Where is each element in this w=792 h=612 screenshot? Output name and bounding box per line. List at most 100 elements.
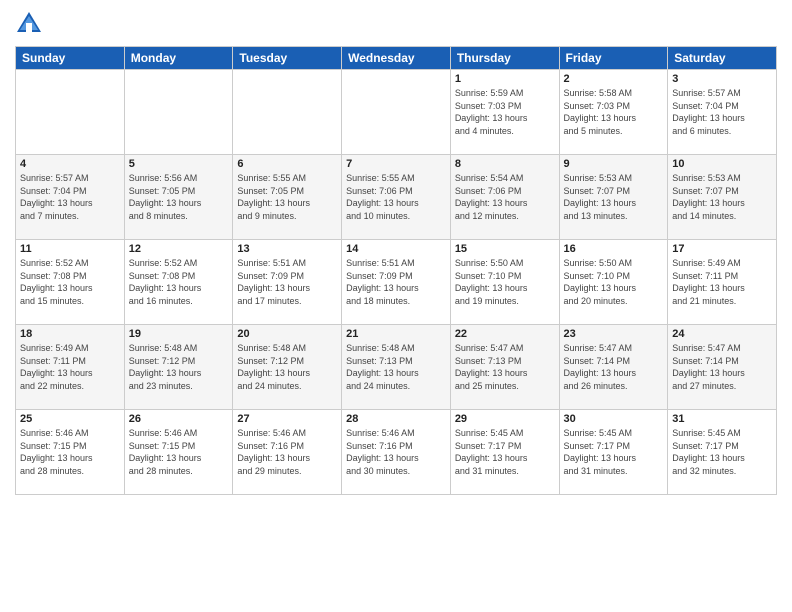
day-number: 27 bbox=[237, 413, 337, 425]
calendar-cell: 20 Sunrise: 5:48 AM Sunset: 7:12 PM Dayli… bbox=[233, 325, 342, 410]
calendar-cell: 16 Sunrise: 5:50 AM Sunset: 7:10 PM Dayli… bbox=[559, 240, 668, 325]
calendar-cell: 6 Sunrise: 5:55 AM Sunset: 7:05 PM Daylig… bbox=[233, 155, 342, 240]
calendar-cell: 2 Sunrise: 5:58 AM Sunset: 7:03 PM Daylig… bbox=[559, 70, 668, 155]
day-info: Sunrise: 5:49 AM Sunset: 7:11 PM Dayligh… bbox=[20, 342, 120, 392]
day-info: Sunrise: 5:49 AM Sunset: 7:11 PM Dayligh… bbox=[672, 257, 772, 307]
day-number: 15 bbox=[455, 243, 555, 255]
calendar-cell: 5 Sunrise: 5:56 AM Sunset: 7:05 PM Daylig… bbox=[124, 155, 233, 240]
day-number: 9 bbox=[564, 158, 664, 170]
day-info: Sunrise: 5:57 AM Sunset: 7:04 PM Dayligh… bbox=[672, 87, 772, 137]
calendar-cell: 12 Sunrise: 5:52 AM Sunset: 7:08 PM Dayli… bbox=[124, 240, 233, 325]
calendar-cell: 19 Sunrise: 5:48 AM Sunset: 7:12 PM Dayli… bbox=[124, 325, 233, 410]
day-info: Sunrise: 5:46 AM Sunset: 7:15 PM Dayligh… bbox=[20, 427, 120, 477]
header bbox=[15, 10, 777, 38]
calendar-cell: 15 Sunrise: 5:50 AM Sunset: 7:10 PM Dayli… bbox=[450, 240, 559, 325]
day-number: 13 bbox=[237, 243, 337, 255]
day-info: Sunrise: 5:50 AM Sunset: 7:10 PM Dayligh… bbox=[564, 257, 664, 307]
calendar-cell: 13 Sunrise: 5:51 AM Sunset: 7:09 PM Dayli… bbox=[233, 240, 342, 325]
week-row-4: 18Sunrise: 5:49 AM Sunset: 7:11 PM Dayli… bbox=[16, 325, 777, 410]
calendar-cell: 8Sunrise: 5:54 AM Sunset: 7:06 PM Daylig… bbox=[450, 155, 559, 240]
calendar-cell: 7 Sunrise: 5:55 AM Sunset: 7:06 PM Daylig… bbox=[342, 155, 451, 240]
day-info: Sunrise: 5:48 AM Sunset: 7:13 PM Dayligh… bbox=[346, 342, 446, 392]
logo bbox=[15, 10, 47, 38]
calendar-cell: 26 Sunrise: 5:46 AM Sunset: 7:15 PM Dayli… bbox=[124, 410, 233, 495]
day-info: Sunrise: 5:47 AM Sunset: 7:13 PM Dayligh… bbox=[455, 342, 555, 392]
day-info: Sunrise: 5:46 AM Sunset: 7:16 PM Dayligh… bbox=[237, 427, 337, 477]
calendar-cell: 24 Sunrise: 5:47 AM Sunset: 7:14 PM Dayli… bbox=[668, 325, 777, 410]
weekday-header-monday: Monday bbox=[124, 47, 233, 70]
day-info: Sunrise: 5:52 AM Sunset: 7:08 PM Dayligh… bbox=[20, 257, 120, 307]
day-info: Sunrise: 5:51 AM Sunset: 7:09 PM Dayligh… bbox=[346, 257, 446, 307]
day-number: 21 bbox=[346, 328, 446, 340]
day-number: 20 bbox=[237, 328, 337, 340]
day-number: 8 bbox=[455, 158, 555, 170]
day-info: Sunrise: 5:55 AM Sunset: 7:06 PM Dayligh… bbox=[346, 172, 446, 222]
week-row-1: 1 Sunrise: 5:59 AM Sunset: 7:03 PM Daylig… bbox=[16, 70, 777, 155]
week-row-2: 4 Sunrise: 5:57 AM Sunset: 7:04 PM Daylig… bbox=[16, 155, 777, 240]
day-number: 4 bbox=[20, 158, 120, 170]
day-info: Sunrise: 5:46 AM Sunset: 7:15 PM Dayligh… bbox=[129, 427, 229, 477]
calendar-cell: 11 Sunrise: 5:52 AM Sunset: 7:08 PM Dayli… bbox=[16, 240, 125, 325]
week-row-3: 11 Sunrise: 5:52 AM Sunset: 7:08 PM Dayli… bbox=[16, 240, 777, 325]
day-info: Sunrise: 5:45 AM Sunset: 7:17 PM Dayligh… bbox=[672, 427, 772, 477]
weekday-header-wednesday: Wednesday bbox=[342, 47, 451, 70]
day-info: Sunrise: 5:50 AM Sunset: 7:10 PM Dayligh… bbox=[455, 257, 555, 307]
calendar-cell: 1 Sunrise: 5:59 AM Sunset: 7:03 PM Daylig… bbox=[450, 70, 559, 155]
calendar-cell bbox=[233, 70, 342, 155]
weekday-header-tuesday: Tuesday bbox=[233, 47, 342, 70]
day-number: 24 bbox=[672, 328, 772, 340]
weekday-header-saturday: Saturday bbox=[668, 47, 777, 70]
day-info: Sunrise: 5:52 AM Sunset: 7:08 PM Dayligh… bbox=[129, 257, 229, 307]
day-number: 1 bbox=[455, 73, 555, 85]
day-number: 30 bbox=[564, 413, 664, 425]
day-info: Sunrise: 5:57 AM Sunset: 7:04 PM Dayligh… bbox=[20, 172, 120, 222]
day-info: Sunrise: 5:48 AM Sunset: 7:12 PM Dayligh… bbox=[237, 342, 337, 392]
calendar-cell: 29 Sunrise: 5:45 AM Sunset: 7:17 PM Dayli… bbox=[450, 410, 559, 495]
calendar-cell: 10 Sunrise: 5:53 AM Sunset: 7:07 PM Dayli… bbox=[668, 155, 777, 240]
day-info: Sunrise: 5:45 AM Sunset: 7:17 PM Dayligh… bbox=[455, 427, 555, 477]
day-info: Sunrise: 5:46 AM Sunset: 7:16 PM Dayligh… bbox=[346, 427, 446, 477]
day-info: Sunrise: 5:51 AM Sunset: 7:09 PM Dayligh… bbox=[237, 257, 337, 307]
page: SundayMondayTuesdayWednesdayThursdayFrid… bbox=[0, 0, 792, 612]
calendar-cell bbox=[342, 70, 451, 155]
day-number: 5 bbox=[129, 158, 229, 170]
day-number: 11 bbox=[20, 243, 120, 255]
day-number: 26 bbox=[129, 413, 229, 425]
calendar-cell: 14 Sunrise: 5:51 AM Sunset: 7:09 PM Dayli… bbox=[342, 240, 451, 325]
day-number: 2 bbox=[564, 73, 664, 85]
day-info: Sunrise: 5:53 AM Sunset: 7:07 PM Dayligh… bbox=[672, 172, 772, 222]
calendar-cell: 27 Sunrise: 5:46 AM Sunset: 7:16 PM Dayli… bbox=[233, 410, 342, 495]
calendar-cell: 9 Sunrise: 5:53 AM Sunset: 7:07 PM Daylig… bbox=[559, 155, 668, 240]
day-number: 14 bbox=[346, 243, 446, 255]
calendar-cell bbox=[124, 70, 233, 155]
calendar-cell: 22 Sunrise: 5:47 AM Sunset: 7:13 PM Dayli… bbox=[450, 325, 559, 410]
day-number: 12 bbox=[129, 243, 229, 255]
day-info: Sunrise: 5:56 AM Sunset: 7:05 PM Dayligh… bbox=[129, 172, 229, 222]
day-info: Sunrise: 5:53 AM Sunset: 7:07 PM Dayligh… bbox=[564, 172, 664, 222]
day-number: 19 bbox=[129, 328, 229, 340]
day-number: 31 bbox=[672, 413, 772, 425]
day-number: 6 bbox=[237, 158, 337, 170]
day-number: 28 bbox=[346, 413, 446, 425]
calendar-cell: 31 Sunrise: 5:45 AM Sunset: 7:17 PM Dayli… bbox=[668, 410, 777, 495]
day-number: 10 bbox=[672, 158, 772, 170]
weekday-header-row: SundayMondayTuesdayWednesdayThursdayFrid… bbox=[16, 47, 777, 70]
calendar-cell: 28 Sunrise: 5:46 AM Sunset: 7:16 PM Dayli… bbox=[342, 410, 451, 495]
day-number: 23 bbox=[564, 328, 664, 340]
day-number: 16 bbox=[564, 243, 664, 255]
day-number: 3 bbox=[672, 73, 772, 85]
day-info: Sunrise: 5:47 AM Sunset: 7:14 PM Dayligh… bbox=[564, 342, 664, 392]
day-number: 7 bbox=[346, 158, 446, 170]
day-info: Sunrise: 5:59 AM Sunset: 7:03 PM Dayligh… bbox=[455, 87, 555, 137]
day-number: 29 bbox=[455, 413, 555, 425]
day-info: Sunrise: 5:45 AM Sunset: 7:17 PM Dayligh… bbox=[564, 427, 664, 477]
calendar-cell: 18Sunrise: 5:49 AM Sunset: 7:11 PM Dayli… bbox=[16, 325, 125, 410]
day-info: Sunrise: 5:47 AM Sunset: 7:14 PM Dayligh… bbox=[672, 342, 772, 392]
day-info: Sunrise: 5:58 AM Sunset: 7:03 PM Dayligh… bbox=[564, 87, 664, 137]
calendar-cell: 3 Sunrise: 5:57 AM Sunset: 7:04 PM Daylig… bbox=[668, 70, 777, 155]
day-number: 22 bbox=[455, 328, 555, 340]
day-info: Sunrise: 5:55 AM Sunset: 7:05 PM Dayligh… bbox=[237, 172, 337, 222]
calendar-cell: 23 Sunrise: 5:47 AM Sunset: 7:14 PM Dayli… bbox=[559, 325, 668, 410]
day-info: Sunrise: 5:48 AM Sunset: 7:12 PM Dayligh… bbox=[129, 342, 229, 392]
day-number: 25 bbox=[20, 413, 120, 425]
